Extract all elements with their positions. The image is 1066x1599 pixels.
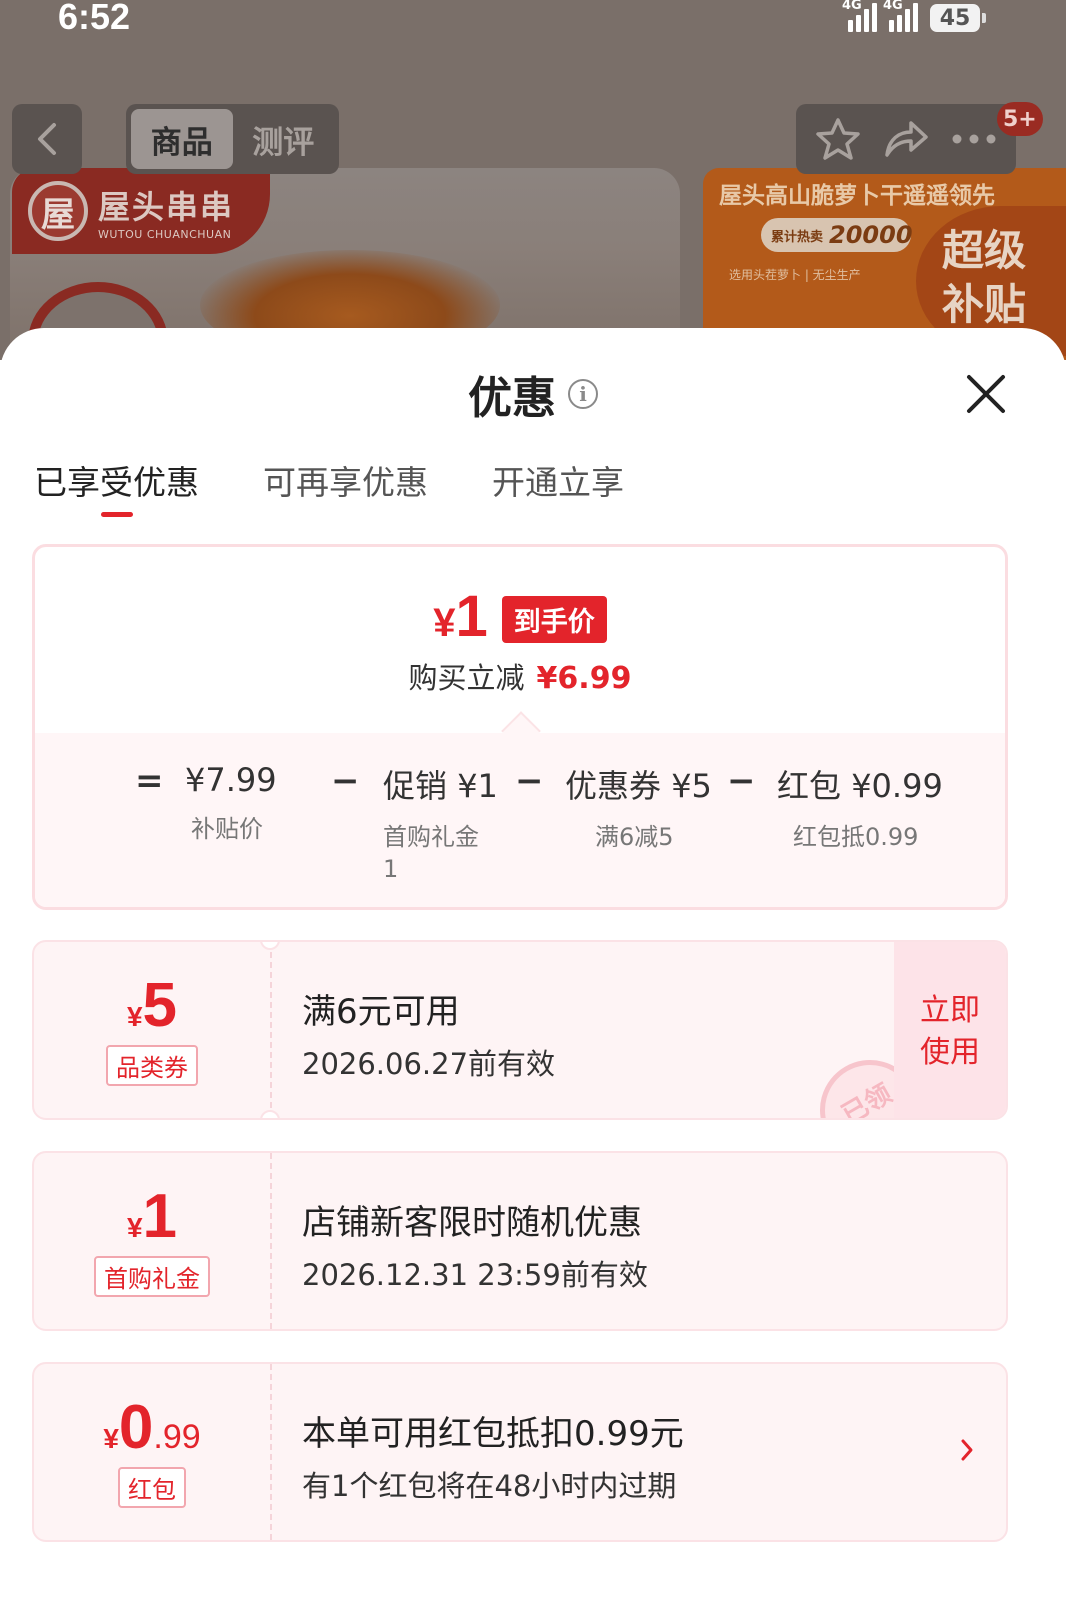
promo-subtext: 选用头茬萝卜 | 无尘生产 [729, 268, 861, 282]
coupon-title: 满6元可用 [302, 992, 460, 1032]
discount-tabs: 已享受优惠 可再享优惠 开通立享 [34, 456, 624, 518]
tab-more-discounts[interactable]: 可再享优惠 [263, 456, 428, 518]
notification-badge: 5+ [997, 102, 1043, 136]
coupon-amount: ¥5 [126, 970, 178, 1040]
info-icon[interactable]: i [568, 379, 598, 409]
close-icon[interactable] [964, 372, 1008, 416]
brand-mark: 屋 [28, 181, 88, 241]
operator-minus: − [331, 761, 360, 801]
brand-name: 屋头串串 [98, 187, 235, 226]
price-breakdown: = ¥7.99 补贴价 − 促销 ¥1 首购礼金 1 − 优惠券 ¥5 满6减5… [35, 733, 1005, 907]
signal-icon: 4G [842, 0, 877, 32]
coupon-title: 店铺新客限时随机优惠 [302, 1203, 642, 1243]
promo-sales-pill: 累计热卖 20000 [761, 218, 913, 252]
badge-line2: 补贴 [942, 280, 1027, 329]
promo-title: 屋头高山脆萝卜干遥遥领先 [719, 183, 995, 209]
star-icon[interactable] [815, 117, 861, 161]
tab-product[interactable]: 商品 [131, 109, 233, 169]
signal-icon: 4G [883, 0, 918, 32]
coupon-card-category: ¥5 品类券 满6元可用 2026.06.27前有效 已领 立即 使用 [32, 940, 1008, 1120]
sheet-title: 优惠 [468, 373, 556, 424]
nav-actions [796, 104, 1016, 174]
instant-discount-value: ¥6.99 [536, 661, 632, 696]
status-bar: 6:52 4G 4G 45 [0, 0, 1066, 40]
coupon-amount: ¥1 [126, 1181, 178, 1251]
use-now-button[interactable]: 立即 使用 [894, 942, 1006, 1118]
brand-logo: 屋 屋头串串 WUTOU CHUANCHUAN [12, 168, 270, 254]
network-type-2: 4G [883, 0, 903, 13]
breakdown-promotion: 促销 ¥1 首购礼金 1 [383, 767, 498, 883]
price-summary-card: ¥1 到手价 购买立减 ¥6.99 = ¥7.99 补贴价 − 促销 ¥1 首购… [32, 544, 1008, 910]
back-button[interactable] [12, 104, 82, 174]
coupon-card-red-packet[interactable]: ¥0.99 红包 本单可用红包抵扣0.99元 有1个红包将在48小时内过期 [32, 1362, 1008, 1542]
coupon-title: 本单可用红包抵扣0.99元 [302, 1414, 684, 1454]
breakdown-red-packet: 红包 ¥0.99 红包抵0.99 [777, 767, 943, 851]
operator-equals: = [135, 761, 164, 801]
badge-line1: 超级 [942, 226, 1027, 275]
back-arrow-icon [38, 123, 56, 155]
product-tabs: 商品 测评 [126, 104, 339, 174]
tab-enjoyed-discounts[interactable]: 已享受优惠 [34, 456, 199, 518]
instant-discount-label: 购买立减 [408, 661, 525, 695]
coupon-validity: 2026.06.27前有效 [302, 1047, 556, 1081]
network-type-1: 4G [842, 0, 862, 13]
brand-name-en: WUTOU CHUANCHUAN [98, 227, 232, 241]
coupon-type: 首购礼金 [94, 1255, 210, 1297]
coupon-type: 品类券 [106, 1044, 198, 1086]
promo-sales-label: 累计热卖 [771, 229, 824, 245]
tab-open-membership[interactable]: 开通立享 [492, 456, 624, 518]
coupon-card-first-purchase: ¥1 首购礼金 店铺新客限时随机优惠 2026.12.31 23:59前有效 [32, 1151, 1008, 1331]
battery-level: 45 [939, 5, 971, 31]
battery-icon: 45 [930, 4, 986, 32]
chevron-right-icon[interactable] [960, 1438, 974, 1462]
background-product-page: 屋 屋头串串 WUTOU CHUANCHUAN 屋头高山脆萝卜干遥遥领先 累计热… [0, 0, 1066, 360]
coupon-validity: 有1个红包将在48小时内过期 [302, 1469, 677, 1503]
share-icon[interactable] [883, 119, 929, 159]
final-price-tag: 到手价 [501, 596, 607, 643]
operator-minus: − [727, 761, 756, 801]
status-time: 6:52 [58, 0, 131, 37]
coupon-type: 红包 [118, 1466, 186, 1508]
final-price: ¥1 [433, 584, 488, 649]
promo-sales-number: 20000 [829, 221, 913, 249]
operator-minus: − [515, 761, 544, 801]
discount-sheet: 优惠 i 已享受优惠 可再享优惠 开通立享 ¥1 到手价 购买立减 ¥6.99 … [0, 328, 1066, 1599]
breakdown-subsidy-price: ¥7.99 补贴价 [185, 761, 277, 843]
more-icon[interactable] [951, 133, 997, 145]
breakdown-coupon: 优惠券 ¥5 满6减5 [565, 767, 712, 851]
tab-review[interactable]: 测评 [233, 109, 335, 169]
sheet-header: 优惠 i [0, 358, 1066, 426]
coupon-amount: ¥0.99 [103, 1392, 201, 1462]
coupon-validity: 2026.12.31 23:59前有效 [302, 1258, 648, 1292]
